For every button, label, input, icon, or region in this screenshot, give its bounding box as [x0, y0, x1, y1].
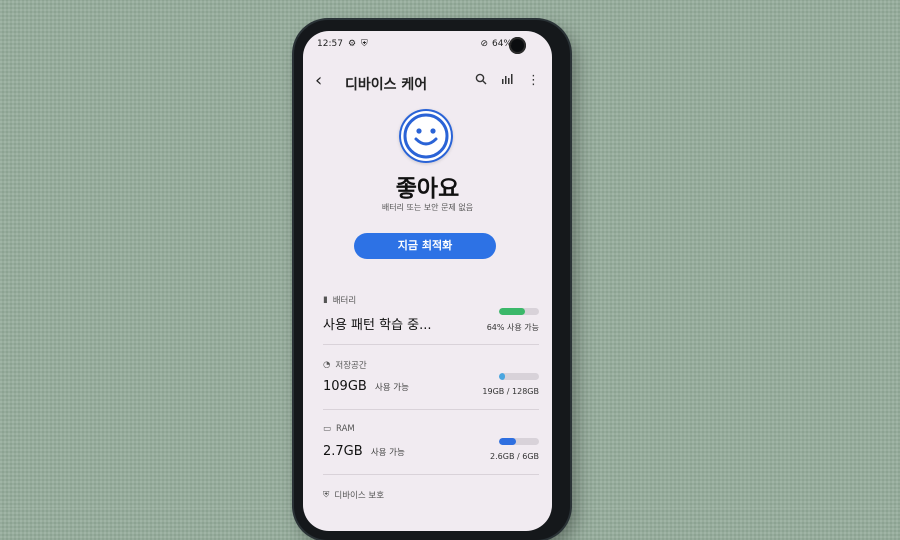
card-value: 사용 패턴 학습 중...	[323, 318, 432, 333]
device-protection-card[interactable]: ⛨ 디바이스 보호	[323, 489, 539, 531]
stats-icon[interactable]	[501, 73, 513, 89]
card-value: 109GB	[323, 379, 367, 394]
phone-screen: 12:57 ⚙ ⛨ ⊘ 64% ‹ 디바이스 케어 ⋮ 좋아요 배터리 또는 보…	[303, 31, 552, 531]
ram-icon: ▭	[323, 424, 332, 434]
card-value-suffix: 사용 가능	[374, 383, 409, 393]
card-label: RAM	[336, 424, 355, 434]
back-icon[interactable]: ‹	[315, 71, 322, 91]
battery-bar	[499, 308, 539, 315]
search-icon[interactable]	[475, 73, 487, 89]
ram-card[interactable]: ▭ RAM 2.7GB 사용 가능 2.6GB / 6GB	[323, 424, 539, 475]
battery-icon: ▮	[323, 295, 328, 305]
shield-icon: ⛨	[361, 38, 368, 49]
storage-bar	[499, 373, 539, 380]
page-title: 디바이스 케어	[345, 77, 428, 93]
battery-card[interactable]: ▮ 배터리 사용 패턴 학습 중... 64% 사용 가능	[323, 294, 539, 345]
health-status-title: 좋아요	[395, 176, 460, 202]
storage-card[interactable]: ◔ 저장공간 109GB 사용 가능 19GB / 128GB	[323, 359, 539, 410]
status-battery: 64%	[491, 39, 512, 49]
ram-bar	[499, 438, 539, 445]
storage-icon: ◔	[323, 360, 331, 370]
card-right-text: 19GB / 128GB	[482, 387, 539, 396]
card-value-suffix: 사용 가능	[370, 448, 405, 458]
status-bar: 12:57 ⚙ ⛨ ⊘ 64%	[317, 39, 512, 53]
status-time: 12:57	[317, 39, 343, 49]
more-icon[interactable]: ⋮	[527, 73, 540, 89]
card-label: 배터리	[332, 296, 357, 306]
phone: 12:57 ⚙ ⛨ ⊘ 64% ‹ 디바이스 케어 ⋮ 좋아요 배터리 또는 보…	[294, 20, 570, 540]
card-label: 디바이스 보호	[334, 491, 385, 501]
optimize-now-button[interactable]: 지금 최적화	[354, 233, 496, 259]
card-right-text: 64% 사용 가능	[486, 323, 539, 332]
shield-icon: ⛨	[323, 490, 330, 500]
app-bar: ‹ 디바이스 케어 ⋮	[315, 71, 540, 95]
gear-icon: ⚙	[347, 38, 357, 49]
smiley-face-icon	[399, 109, 453, 163]
card-right-text: 2.6GB / 6GB	[490, 452, 539, 461]
health-status-subtitle: 배터리 또는 보안 문제 없음	[381, 203, 474, 212]
mute-icon: ⊘	[480, 38, 488, 49]
card-value: 2.7GB	[323, 444, 363, 459]
card-label: 저장공간	[335, 361, 367, 371]
